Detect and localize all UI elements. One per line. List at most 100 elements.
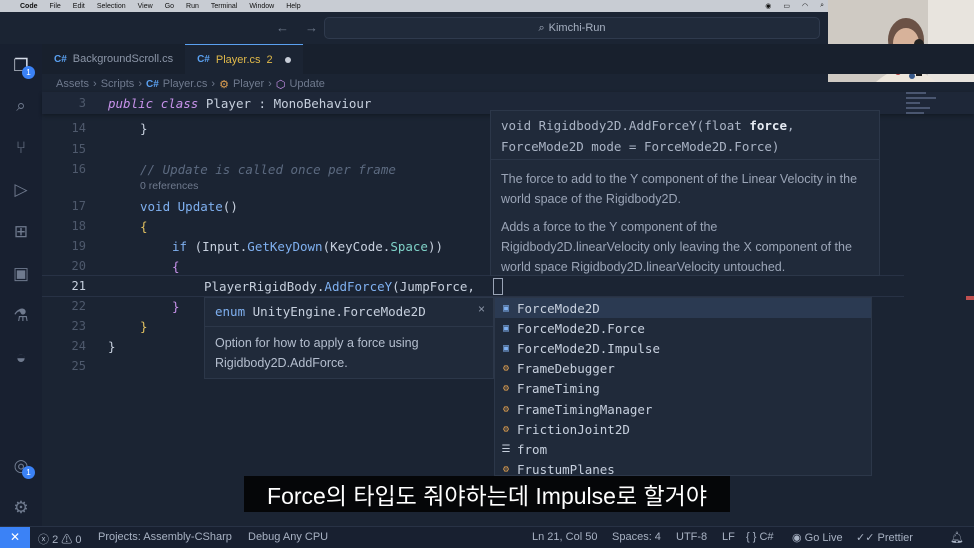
suggestion-item[interactable]: ⚙ FrameTiming (495, 379, 871, 399)
project-indicator[interactable]: Projects: Assembly-CSharp (98, 531, 232, 543)
detail-keyword: enum (215, 304, 246, 319)
remote-indicator-icon[interactable]: ✕ (0, 527, 30, 548)
arrow-right-icon[interactable]: → (305, 20, 318, 35)
build-config[interactable]: Debug Any CPU (248, 531, 328, 543)
chevron-right-icon: › (93, 78, 97, 90)
editor-tabs: C# BackgroundScroll.cs C# Player.cs 2 (42, 44, 974, 74)
menu-help[interactable]: Help (286, 3, 300, 10)
extensions-icon[interactable]: ⊞ (9, 220, 33, 244)
enum-member-icon: ▣ (502, 342, 510, 354)
breadcrumb-file[interactable]: Player.cs (163, 78, 208, 90)
chevron-right-icon: › (211, 78, 216, 90)
menu-go[interactable]: Go (165, 3, 174, 10)
go-live-button[interactable]: ◉ Go Live (792, 531, 843, 544)
code-comment: // Update is called once per frame (140, 162, 396, 177)
status-bar: ✕ ⓧ 2 ⚠ 0 Projects: Assembly-CSharp Debu… (0, 526, 974, 548)
broadcast-icon: ◉ (792, 532, 802, 544)
code-token: Space (390, 239, 428, 254)
source-control-icon[interactable]: ⑂ (9, 136, 33, 160)
suggestion-label: ForceMode2D.Force (517, 320, 645, 336)
suggestion-label: ForceMode2D.Impulse (517, 340, 660, 356)
line-number: 22 (71, 299, 86, 313)
error-count: 2 (52, 534, 59, 546)
suggestion-label: FrictionJoint2D (517, 421, 630, 437)
suggestion-item[interactable]: ▣ ForceMode2D (495, 298, 871, 319)
problems-indicator[interactable]: ⓧ 2 ⚠ 0 (38, 531, 81, 547)
enum-member-icon: ▣ (502, 322, 510, 334)
method-icon: ⬡ (275, 78, 286, 91)
tab-backgroundscroll[interactable]: C# BackgroundScroll.cs (42, 44, 185, 74)
signature-help-popup: void Rigidbody2D.AddForceY(float force, F… (490, 110, 880, 276)
breadcrumb-assets[interactable]: Assets (56, 78, 89, 90)
signature-line2: ForceMode2D mode = ForceMode2D.Force) (501, 139, 780, 154)
tab-problem-count: 2 (266, 53, 273, 66)
menu-run[interactable]: Run (186, 3, 199, 10)
settings-gear-icon[interactable]: ⚙ (9, 496, 33, 520)
scrollbar-error-marker[interactable] (966, 296, 974, 300)
language-mode[interactable]: { } C# (746, 531, 774, 543)
search-icon[interactable]: ⌕ (9, 94, 33, 118)
menu-edit[interactable]: Edit (73, 3, 85, 10)
activity-bar: ❐ 1 ⌕ ⑂ ▷ ⊞ ▣ ⚗ ◒ ◎ 1 ⚙ (0, 44, 42, 526)
suggestion-label: ForceMode2D (517, 300, 600, 316)
command-center-search[interactable]: ⌕ Kimchi-Run (324, 17, 820, 39)
notifications-bell-icon[interactable]: 🔔︎ (950, 531, 964, 544)
cursor-position[interactable]: Ln 21, Col 50 (532, 531, 597, 543)
close-icon[interactable]: × (478, 302, 485, 316)
arrow-left-icon[interactable]: ← (276, 20, 289, 35)
remote-explorer-icon[interactable]: ▣ (9, 262, 33, 286)
end-of-line[interactable]: LF (722, 531, 735, 543)
breadcrumb-class[interactable]: Player (233, 78, 264, 90)
line-number: 16 (71, 162, 86, 176)
menu-terminal[interactable]: Terminal (211, 3, 237, 10)
line-number: 15 (71, 142, 86, 156)
suggestion-item[interactable]: ⚙ FrustumPlanes (495, 460, 871, 475)
code-token: AddForceY (324, 279, 393, 294)
minimap[interactable] (906, 92, 946, 132)
csharp-file-icon: C# (54, 53, 67, 65)
testing-icon[interactable]: ⚗ (9, 304, 33, 328)
display-icon[interactable]: ▭ (783, 2, 790, 10)
run-debug-icon[interactable]: ▷ (9, 178, 33, 202)
tab-label: Player.cs (215, 53, 261, 66)
code-line: } (140, 319, 148, 334)
screen-record-icon[interactable]: ◉ (765, 2, 771, 10)
line-number: 20 (71, 259, 86, 273)
breadcrumb-scripts[interactable]: Scripts (101, 78, 135, 90)
breadcrumb-method[interactable]: Update (289, 78, 324, 90)
line-number: 24 (71, 339, 86, 353)
codelens-references[interactable]: 0 references (140, 180, 198, 192)
indentation[interactable]: Spaces: 4 (612, 531, 661, 543)
code-token: Update (177, 199, 223, 214)
video-subtitle: Force의 타입도 줘야하는데 Impulse로 할거야 (244, 476, 730, 512)
class-icon: ⚙ (219, 78, 229, 91)
suggestion-item[interactable]: ▣ ForceMode2D.Force (495, 318, 871, 338)
suggestion-item[interactable]: ▣ ForceMode2D.Impulse (495, 338, 871, 358)
search-icon[interactable]: ⌕ (820, 2, 824, 10)
code-token: Player (205, 96, 252, 111)
suggestion-item[interactable]: ☰ from (495, 439, 871, 459)
line-number: 19 (71, 239, 86, 253)
code-token: MonoBehaviour (273, 96, 372, 111)
menu-app-name[interactable]: Code (20, 3, 38, 10)
unsaved-dot-icon[interactable] (284, 56, 291, 63)
menu-window[interactable]: Window (249, 3, 274, 10)
line-number: 3 (78, 96, 86, 110)
chevron-right-icon: › (138, 78, 142, 90)
keyword-icon: ☰ (501, 443, 511, 455)
prettier-button[interactable]: ✓✓ Prettier (856, 531, 913, 544)
suggestion-item[interactable]: ⚙ FrictionJoint2D (495, 419, 871, 439)
menu-selection[interactable]: Selection (97, 3, 126, 10)
menu-file[interactable]: File (50, 3, 61, 10)
docker-icon[interactable]: ◒ (9, 346, 33, 370)
suggestion-label: from (517, 441, 548, 457)
tab-player[interactable]: C# Player.cs 2 (185, 44, 303, 74)
csharp-file-icon: C# (145, 78, 159, 90)
encoding[interactable]: UTF-8 (676, 531, 707, 543)
code-token: class (160, 96, 199, 111)
suggestion-item[interactable]: ⚙ FrameTimingManager (495, 399, 871, 419)
wifi-icon[interactable]: ◠ (802, 2, 808, 10)
csharp-file-icon: C# (197, 54, 210, 65)
menu-view[interactable]: View (138, 3, 153, 10)
suggestion-item[interactable]: ⚙ FrameDebugger (495, 359, 871, 379)
